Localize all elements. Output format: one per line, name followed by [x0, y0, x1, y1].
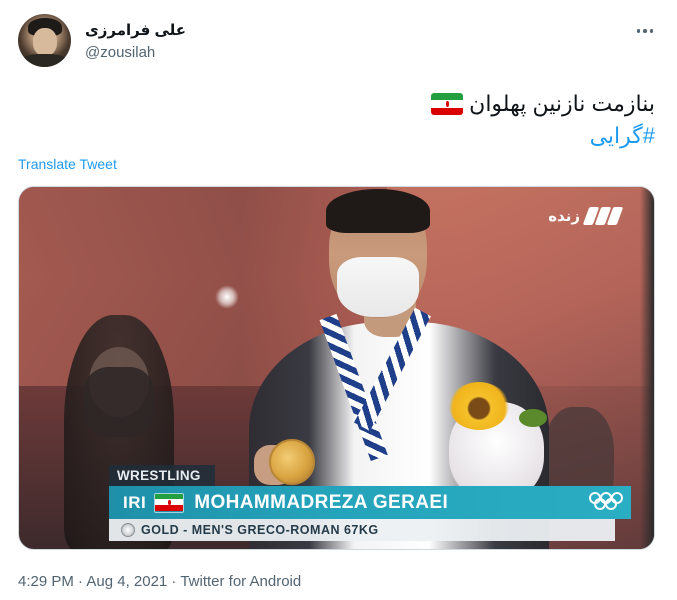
tweet-timestamp[interactable]: 4:29 PM · Aug 4, 2021 · Twitter for Andr… [18, 573, 301, 590]
tweet-text: بنازمت نازنین پهلوان #گرایی [55, 88, 655, 152]
iran-flag-icon [431, 93, 464, 115]
tweet-media-image[interactable]: زنده WRESTLING IRI MOHAMMADREZA GERAEI G… [18, 186, 655, 550]
country-code: IRI [123, 492, 147, 512]
channel-3-icon [582, 207, 624, 225]
hashtag-link[interactable]: #گرایی [55, 120, 655, 152]
display-name[interactable]: علی فرامرزی [85, 21, 186, 39]
more-horizontal-icon[interactable] [634, 24, 656, 38]
result-text: GOLD - MEN'S GRECO-ROMAN 67KG [141, 523, 379, 537]
translate-tweet-link[interactable]: Translate Tweet [18, 156, 117, 172]
tweet-header: علی فرامرزی @zousilah [18, 14, 658, 68]
medal-icon [121, 523, 135, 537]
athlete-name: MOHAMMADREZA GERAEI [194, 491, 449, 513]
camera-silhouette [84, 367, 154, 437]
stage-light [215, 285, 239, 309]
iran-flag-icon [154, 492, 185, 513]
tv-channel-logo: زنده [548, 207, 624, 225]
sunflower [449, 382, 509, 430]
sport-label: WRESTLING [109, 465, 215, 486]
face-mask [337, 257, 419, 317]
avatar-face [33, 28, 57, 56]
avatar-shirt [20, 54, 69, 67]
olympic-rings-icon [589, 492, 623, 512]
athlete-banner: IRI MOHAMMADREZA GERAEI [109, 486, 631, 519]
avatar[interactable] [18, 14, 71, 67]
tweet-text-line1: بنازمت نازنین پهلوان [469, 91, 655, 116]
user-handle[interactable]: @zousilah [85, 44, 155, 61]
result-bar: GOLD - MEN'S GRECO-ROMAN 67KG [109, 519, 615, 541]
broadcast-lower-third: WRESTLING IRI MOHAMMADREZA GERAEI GOLD -… [109, 465, 631, 545]
tweet-line: بنازمت نازنین پهلوان [55, 88, 655, 120]
live-label: زنده [548, 208, 580, 225]
